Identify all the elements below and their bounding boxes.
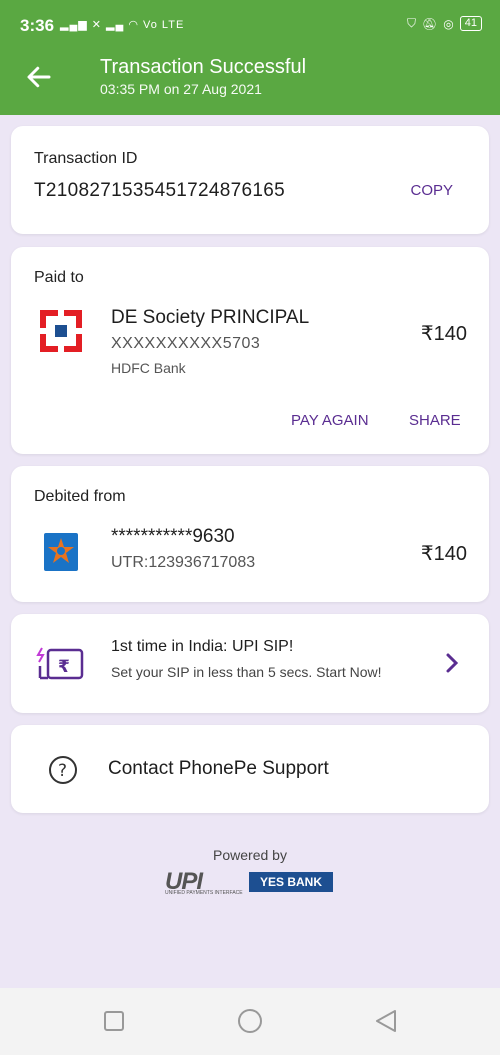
debit-account: ***********9630 [111,526,235,547]
transaction-id-label: Transaction ID [34,150,138,167]
back-nav-icon[interactable] [373,1008,399,1034]
shield-icon: ⛉ [407,16,417,30]
battery-icon: 41 [459,16,482,31]
transaction-id-value: T2108271535451724876165 [34,180,285,201]
powered-by-label: Powered by [213,847,287,863]
lte-indicator: Vo LTE [143,19,185,31]
pay-again-button[interactable]: PAY AGAIN [291,412,369,429]
share-button[interactable]: SHARE [409,412,461,429]
contact-support-card[interactable]: ? Contact PhonePe Support [11,725,489,813]
promo-title: 1st time in India: UPI SIP! [111,638,294,655]
recent-apps-icon[interactable] [101,1008,127,1034]
footer-logos: UPI UNIFIED PAYMENTS INTERFACE YES BANK [165,866,335,898]
transaction-timestamp: 03:35 PM on 27 Aug 2021 [100,81,262,97]
mute-icon: 🔕︎ [422,16,438,31]
help-circle-icon: ? [49,756,77,784]
payee-bank: HDFC Bank [111,360,186,376]
debited-from-label: Debited from [34,488,126,505]
paid-to-card: Paid to DE Society PRINCIPAL XXXXXXXXXX5… [11,247,489,454]
debited-from-card: Debited from ***********9630 UTR:1239367… [11,466,489,602]
rupee-card-icon: ₹ [36,647,84,680]
contact-support-label: Contact PhonePe Support [108,758,329,779]
header: Transaction Successful 03:35 PM on 27 Au… [0,40,500,115]
status-time: 3:36 [20,16,55,35]
svg-text:?: ? [58,761,67,781]
payee-name: DE Society PRINCIPAL [111,307,310,328]
alarm-icon: ◎ [443,16,454,31]
payee-account: XXXXXXXXXX5703 [111,335,261,352]
home-icon[interactable] [237,1008,263,1034]
chevron-right-icon [446,653,459,673]
status-icons: ⛉ 🔕︎ ◎ 41 [407,16,482,31]
paid-to-label: Paid to [34,269,84,286]
transaction-id-card: Transaction ID T2108271535451724876165 C… [11,126,489,234]
back-arrow-icon[interactable] [24,62,54,92]
signal-icon: ▂▄▆ ✕ ▂▄ ◠ Vo LTE [60,19,185,31]
status-bar: 3:36 ▂▄▆ ✕ ▂▄ ◠ Vo LTE ⛉ 🔕︎ ◎ 41 [0,0,500,40]
upi-sip-promo-card[interactable]: ₹ 1st time in India: UPI SIP! Set your S… [11,614,489,713]
copy-button[interactable]: COPY [410,182,453,199]
paid-amount: ₹140 [420,323,467,345]
yes-bank-logo: YES BANK [249,872,333,892]
hdfc-bank-logo-icon [40,310,82,352]
debited-amount: ₹140 [420,543,467,565]
system-nav-bar [0,988,500,1055]
promo-subtitle: Set your SIP in less than 5 secs. Start … [111,664,382,680]
utr-number: UTR:123936717083 [111,554,256,571]
page-title: Transaction Successful [100,56,307,78]
svg-text:₹: ₹ [58,657,70,677]
upi-logo-subtitle: UNIFIED PAYMENTS INTERFACE [165,890,243,896]
bank-logo-icon [44,533,78,571]
